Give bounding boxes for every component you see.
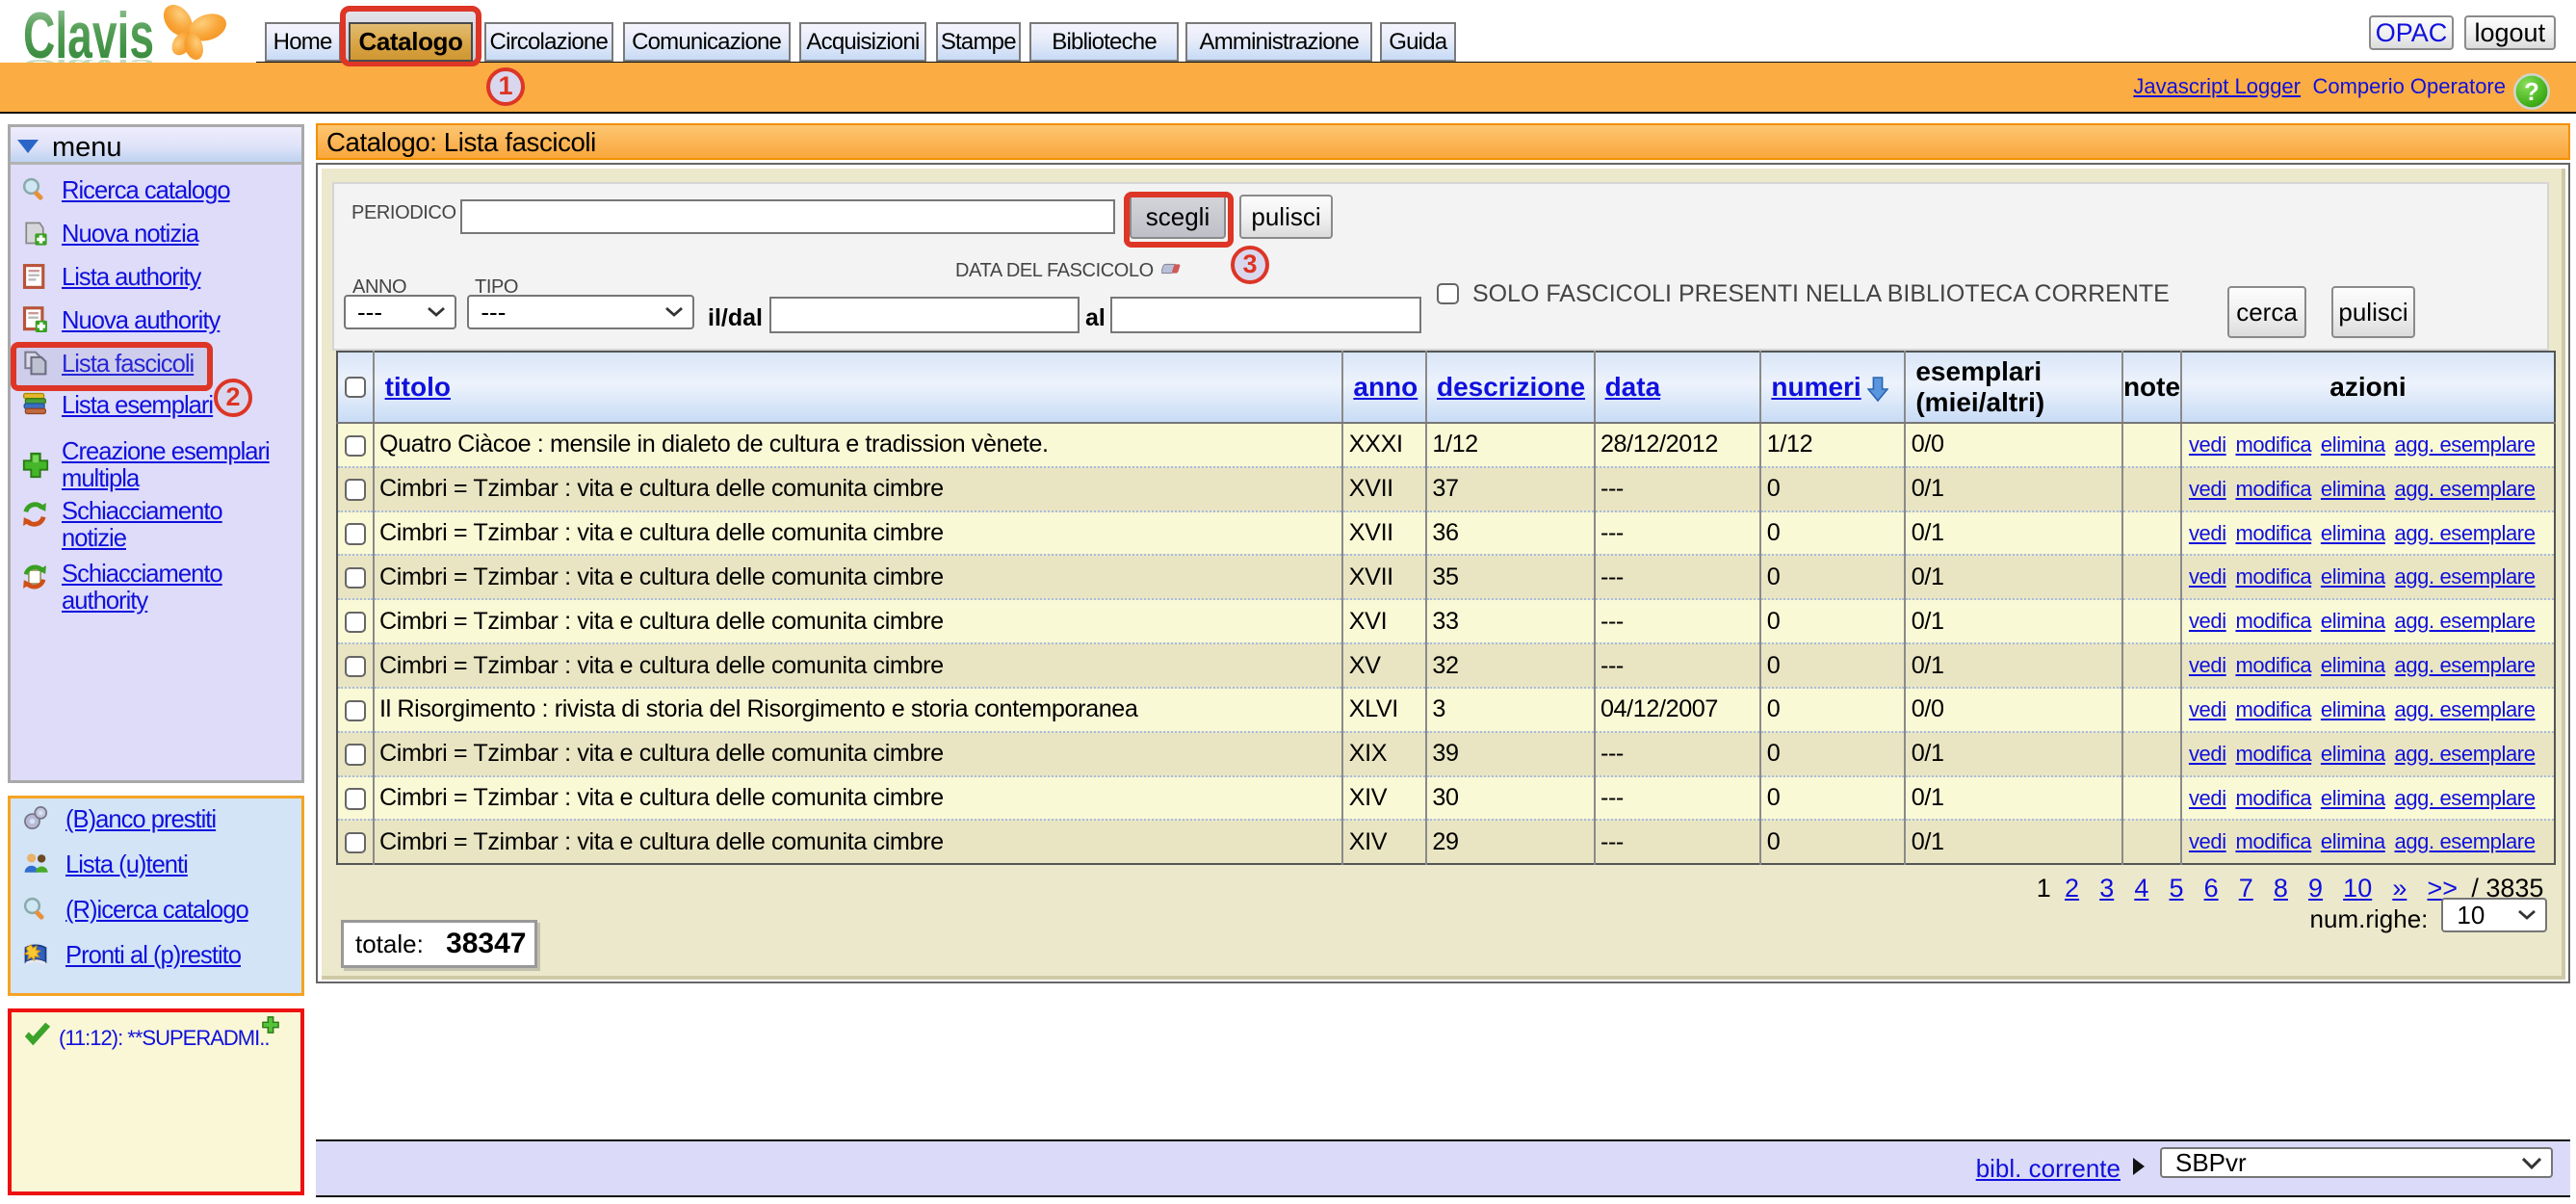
svg-text:?: ? — [2524, 79, 2539, 106]
